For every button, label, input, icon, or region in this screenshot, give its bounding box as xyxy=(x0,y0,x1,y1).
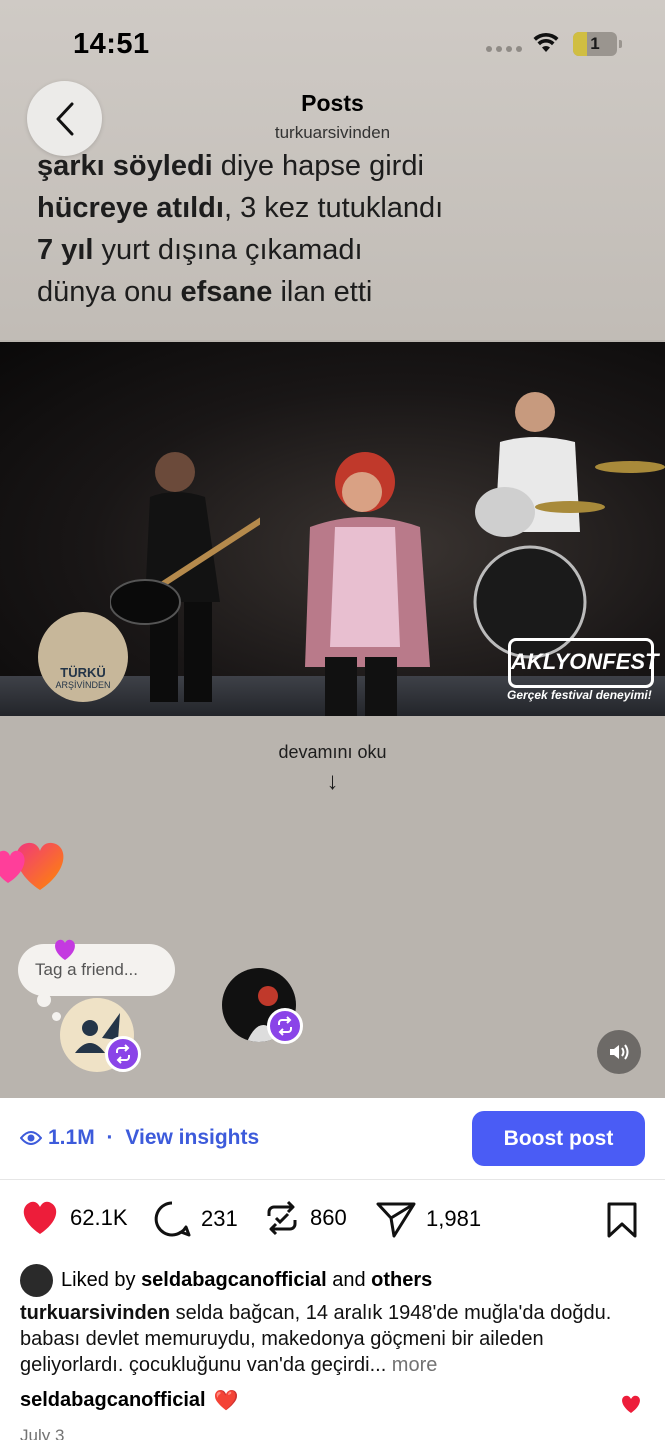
tag-friend-input[interactable]: Tag a friend... xyxy=(18,944,175,996)
concert-photo: TÜRKÜ ARŞİVİNDEN AKLYONFEST Gerçek festi… xyxy=(0,342,665,716)
comment-like-button[interactable] xyxy=(620,1394,642,1419)
comment-text: ❤️ xyxy=(213,1390,239,1412)
share-count: 1,981 xyxy=(426,1206,482,1231)
insights-bar: 1.1M · View insights Boost post xyxy=(0,1098,665,1180)
festival-watermark-sub: Gerçek festival deneyimi! xyxy=(507,688,652,702)
festival-watermark: AKLYONFEST xyxy=(508,638,658,688)
post-date: July 3 xyxy=(20,1426,65,1440)
post-caption: turkuarsivinden selda bağcan, 14 aralık … xyxy=(20,1300,645,1378)
floating-hearts-icon xyxy=(0,842,64,890)
status-bar: 14:51 1 xyxy=(0,0,665,80)
liker-avatar xyxy=(20,1264,53,1297)
speaker-icon xyxy=(610,1044,629,1060)
sound-toggle-button[interactable] xyxy=(597,1030,641,1074)
page-subtitle-username: turkuarsivinden xyxy=(274,123,391,142)
post-media[interactable]: 14:51 1 Posts turkuarsivinden şarkı söyl… xyxy=(0,0,665,1098)
share-button[interactable]: 1,981 xyxy=(376,1200,481,1238)
comment-username: seldabagcanofficial xyxy=(20,1389,206,1411)
bassist-figure xyxy=(110,452,260,702)
send-icon xyxy=(376,1202,416,1238)
logo-text-1: TÜRKÜ xyxy=(60,665,106,680)
comment-button[interactable]: 231 xyxy=(153,1200,238,1238)
heart-filled-icon xyxy=(23,1201,57,1234)
boost-post-button[interactable]: Boost post xyxy=(472,1111,645,1166)
thought-dot xyxy=(37,993,51,1007)
eye-icon xyxy=(20,1131,42,1145)
view-insights-link[interactable]: 1.1M · View insights xyxy=(20,1126,259,1150)
comment-count: 231 xyxy=(201,1206,238,1231)
overlay-caption: şarkı söyledi diye hapse girdi hücreye a… xyxy=(37,145,443,313)
repost-button[interactable]: 860 xyxy=(264,1200,347,1236)
repost-badge xyxy=(267,1008,303,1044)
repost-icon xyxy=(116,1044,130,1064)
battery-icon: 1 xyxy=(573,32,622,56)
overlay-line-4: dünya onu efsane ilan etti xyxy=(37,276,373,308)
heart-filled-icon xyxy=(622,1395,640,1413)
overlay-line-1: şarkı söyledi diye hapse girdi xyxy=(37,150,424,182)
caption-username[interactable]: turkuarsivinden xyxy=(20,1302,170,1324)
singer-figure xyxy=(305,452,430,716)
page-title: Posts xyxy=(301,90,364,116)
status-time: 14:51 xyxy=(73,28,150,60)
repost-count: 860 xyxy=(310,1205,347,1230)
heart-icon xyxy=(55,939,75,960)
wifi-icon xyxy=(533,32,559,52)
top-comment[interactable]: seldabagcanofficial ❤️ xyxy=(20,1388,239,1413)
comment-icon xyxy=(154,1201,191,1237)
read-more-label: devamını oku xyxy=(278,742,387,762)
liked-by-text: Liked by seldabagcanofficial and others xyxy=(61,1269,433,1291)
thought-dot-small xyxy=(52,1012,61,1021)
post-actions: 62.1K 231 860 1,981 xyxy=(0,1190,665,1250)
overlay-line-2: hücreye atıldı, 3 kez tutuklandı xyxy=(37,192,444,224)
like-count: 62.1K xyxy=(70,1205,128,1230)
repost-icon xyxy=(267,1200,297,1236)
bookmark-icon xyxy=(607,1202,637,1238)
liked-by-row[interactable]: Liked by seldabagcanofficial and others xyxy=(20,1264,432,1297)
repost-icon xyxy=(278,1016,292,1036)
turku-arsivinden-logo: TÜRKÜ ARŞİVİNDEN xyxy=(38,612,128,702)
cellular-signal-icon xyxy=(486,46,522,52)
arrow-down-icon: ↓ xyxy=(326,768,339,795)
drummer-figure xyxy=(473,392,665,659)
save-button[interactable] xyxy=(605,1202,639,1243)
view-count: 1.1M xyxy=(48,1126,95,1149)
logo-text-2: ARŞİVİNDEN xyxy=(55,680,111,690)
views-separator: · xyxy=(100,1126,120,1149)
overlay-line-3: 7 yıl yurt dışına çıkamadı xyxy=(37,234,363,266)
caption-more-link[interactable]: more xyxy=(386,1354,438,1376)
view-insights-label: View insights xyxy=(125,1126,260,1149)
repost-badge xyxy=(105,1036,141,1072)
like-button[interactable]: 62.1K xyxy=(20,1200,128,1236)
